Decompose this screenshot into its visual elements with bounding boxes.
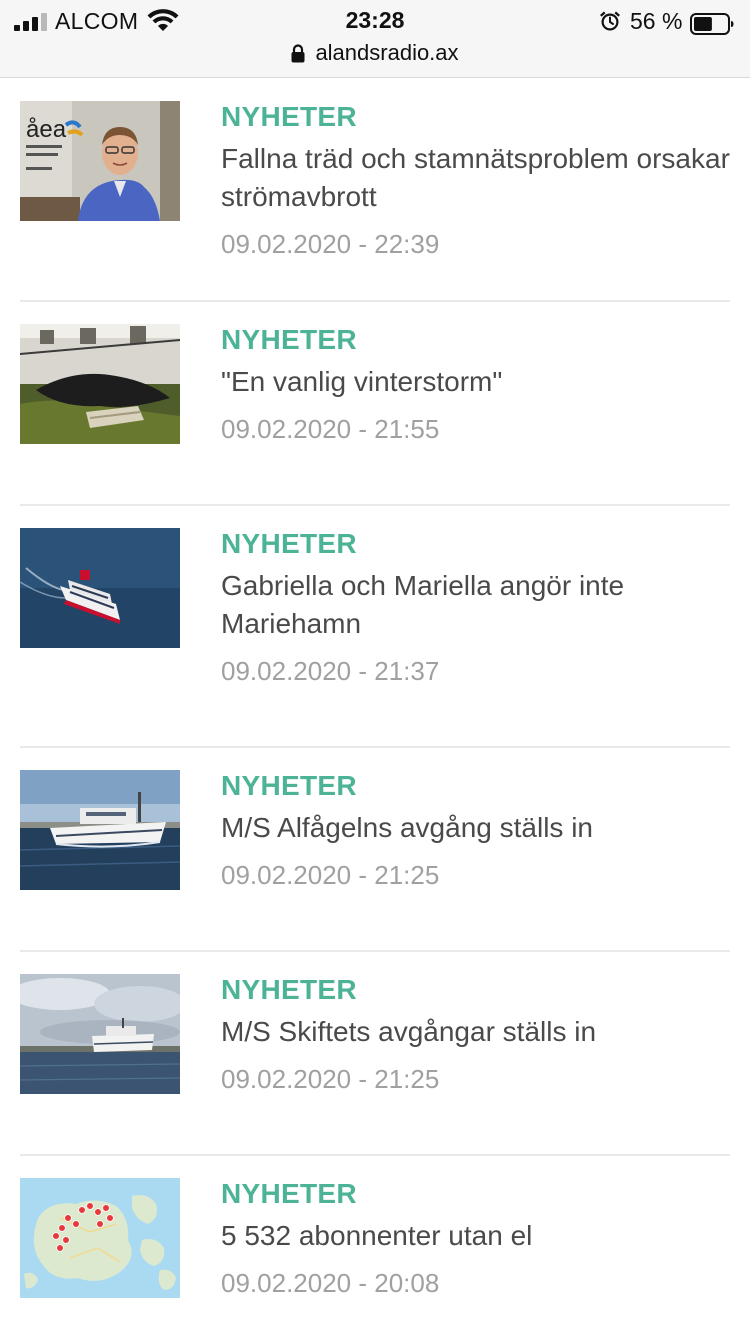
article-date: 09.02.2020 - 21:55 [221, 414, 440, 444]
article-category[interactable]: NYHETER [221, 528, 730, 560]
ferry-photo [20, 770, 180, 890]
browser-status-bar: ALCOM 23:28 56 % alandsradio.ax [0, 0, 750, 78]
article-title[interactable]: 5 532 abonnenter utan el [221, 1217, 730, 1255]
article-category[interactable]: NYHETER [221, 324, 730, 356]
article-thumbnail[interactable] [20, 770, 180, 890]
page-url: alandsradio.ax [315, 40, 459, 65]
battery-icon [690, 13, 734, 35]
news-item[interactable]: NYHETER M/S Skiftets avgångar ställs in … [20, 952, 730, 1156]
news-item[interactable]: åea NYHETER Fallna träd och stamnätsprob… [20, 79, 730, 302]
article-title[interactable]: Gabriella och Mariella angör inte Marieh… [221, 567, 730, 643]
storm-damage-photo [20, 324, 180, 444]
news-item[interactable]: NYHETER Gabriella och Mariella angör int… [20, 506, 730, 748]
article-date: 09.02.2020 - 21:25 [221, 1064, 440, 1094]
address-bar[interactable]: alandsradio.ax [0, 40, 750, 68]
news-item[interactable]: NYHETER "En vanlig vinterstorm" 09.02.20… [20, 302, 730, 506]
article-category[interactable]: NYHETER [221, 1178, 730, 1210]
news-item[interactable]: NYHETER M/S Alfågelns avgång ställs in 0… [20, 748, 730, 952]
article-category[interactable]: NYHETER [221, 101, 730, 133]
article-thumbnail[interactable] [20, 324, 180, 444]
article-title[interactable]: M/S Skiftets avgångar ställs in [221, 1013, 730, 1051]
article-date: 09.02.2020 - 22:39 [221, 229, 440, 259]
article-thumbnail[interactable] [20, 1178, 180, 1298]
news-feed: åea NYHETER Fallna träd och stamnätsprob… [20, 79, 730, 1336]
news-item[interactable]: NYHETER 5 532 abonnenter utan el 09.02.2… [20, 1156, 730, 1336]
article-title[interactable]: Fallna träd och stamnätsproblem orsakar … [221, 140, 730, 216]
article-date: 09.02.2020 - 20:08 [221, 1268, 440, 1298]
article-thumbnail[interactable] [20, 528, 180, 648]
article-thumbnail[interactable]: åea [20, 101, 180, 221]
lock-icon [291, 43, 305, 62]
ferry-distant-photo [20, 974, 180, 1094]
article-title[interactable]: M/S Alfågelns avgång ställs in [221, 809, 730, 847]
svg-text:åea: åea [26, 116, 67, 143]
article-date: 09.02.2020 - 21:37 [221, 656, 440, 686]
battery-percentage: 56 % [630, 8, 683, 34]
article-category[interactable]: NYHETER [221, 770, 730, 802]
outage-map-image [20, 1178, 180, 1298]
article-title[interactable]: "En vanlig vinterstorm" [221, 363, 730, 401]
portrait-photo: åea [20, 101, 180, 221]
article-date: 09.02.2020 - 21:25 [221, 860, 440, 890]
cruise-ship-photo [20, 528, 180, 648]
article-category[interactable]: NYHETER [221, 974, 730, 1006]
article-thumbnail[interactable] [20, 974, 180, 1094]
alarm-icon [600, 11, 620, 31]
